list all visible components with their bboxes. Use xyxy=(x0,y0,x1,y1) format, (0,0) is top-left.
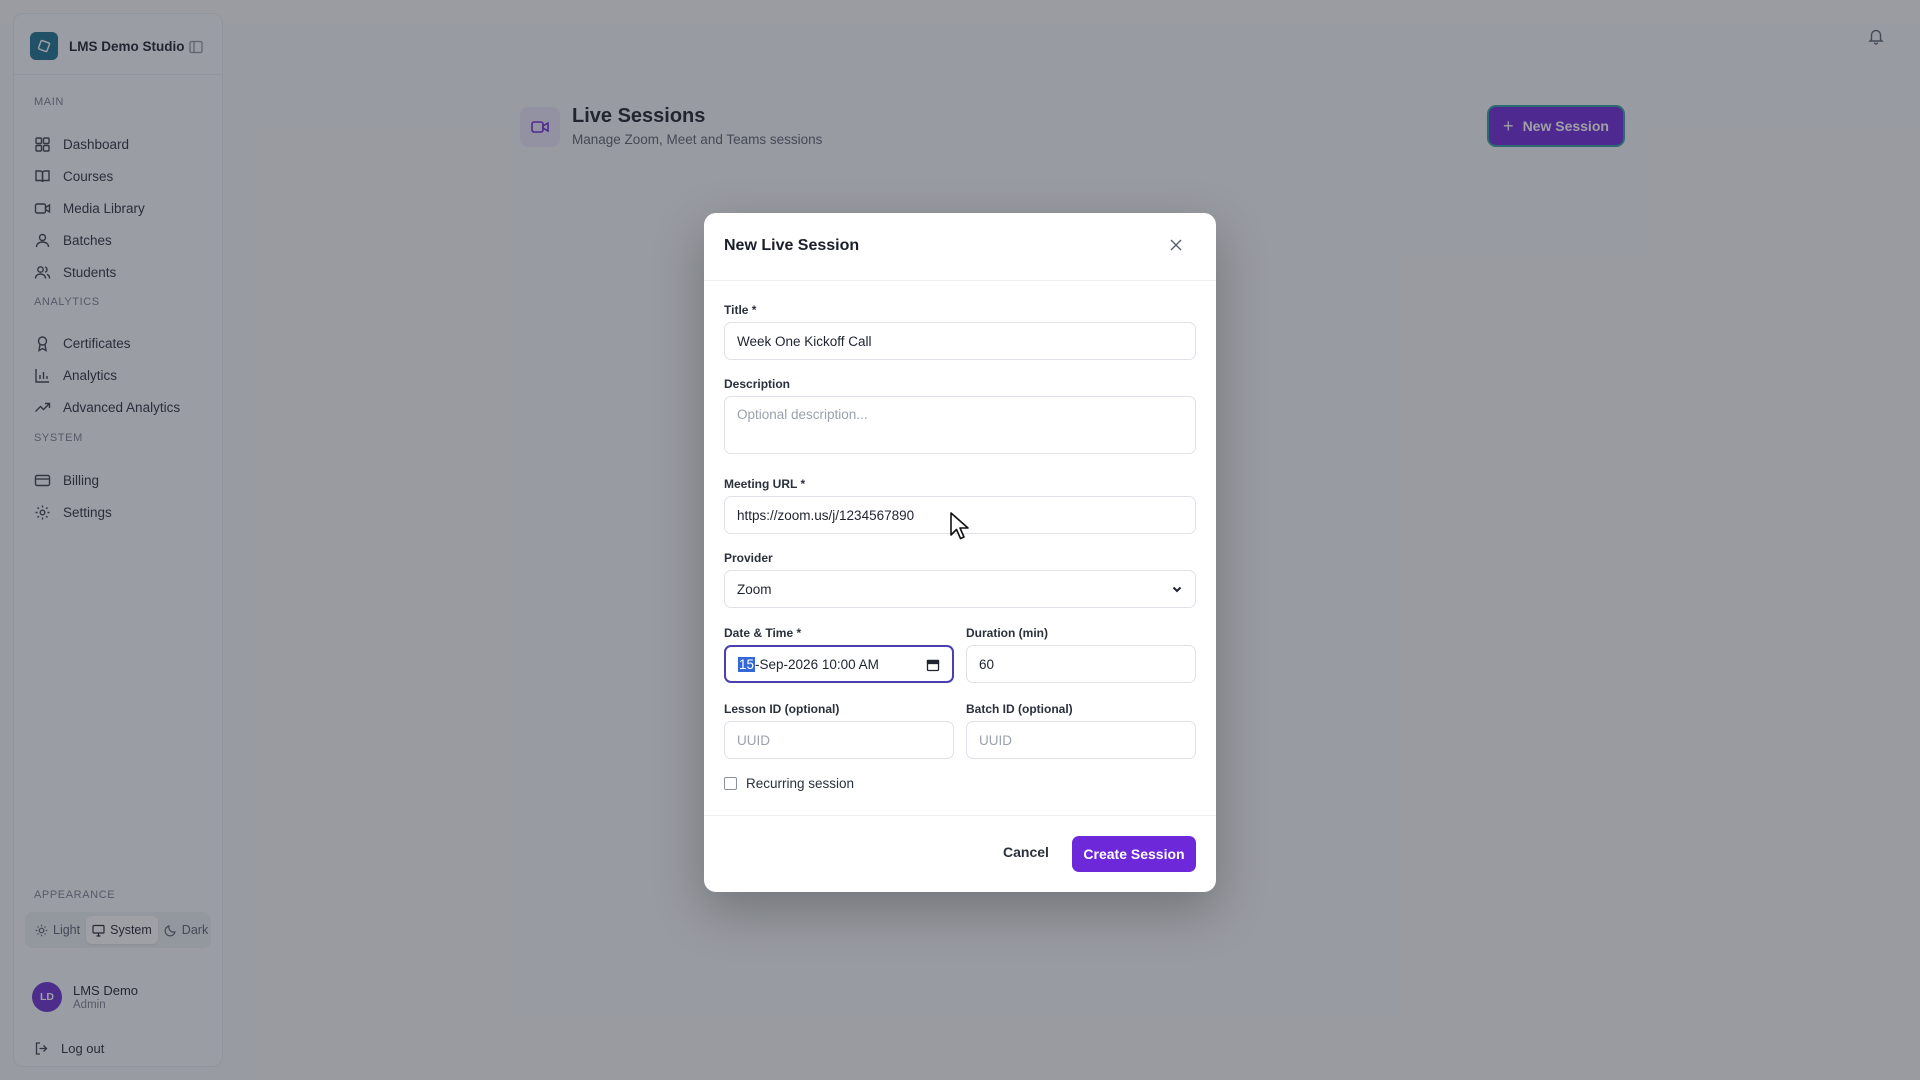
chevron-down-icon xyxy=(1172,586,1182,593)
provider-select[interactable]: Zoom xyxy=(724,570,1196,608)
calendar-icon[interactable] xyxy=(926,658,940,672)
provider-label: Provider xyxy=(724,551,773,565)
duration-label: Duration (min) xyxy=(966,626,1048,640)
lesson-id-label: Lesson ID (optional) xyxy=(724,702,840,716)
recurring-label: Recurring session xyxy=(746,776,855,791)
lesson-id-input[interactable]: UUID xyxy=(724,721,954,759)
recurring-session-option[interactable]: Recurring session xyxy=(724,776,854,791)
provider-value: Zoom xyxy=(737,581,772,597)
datetime-input[interactable]: 15 -Sep-2026 10:00 AM xyxy=(724,645,954,683)
datetime-label: Date & Time * xyxy=(724,626,802,640)
duration-input[interactable]: 60 xyxy=(966,645,1196,683)
title-input[interactable]: Week One Kickoff Call xyxy=(724,322,1196,360)
datetime-day-segment[interactable]: 15 xyxy=(738,656,756,672)
mouse-cursor-icon xyxy=(950,512,969,540)
new-live-session-dialog: New Live Session Title * Week One Kickof… xyxy=(704,213,1216,892)
description-label: Description xyxy=(724,377,791,391)
batch-id-label: Batch ID (optional) xyxy=(966,702,1073,716)
description-textarea[interactable]: Optional description... xyxy=(724,396,1196,454)
close-icon[interactable] xyxy=(1166,235,1186,255)
datetime-rest: -Sep-2026 10:00 AM xyxy=(755,656,879,672)
meeting-url-label: Meeting URL * xyxy=(724,477,806,491)
title-label: Title * xyxy=(724,303,757,317)
dialog-divider xyxy=(704,280,1216,281)
dialog-title: New Live Session xyxy=(724,237,860,254)
dialog-divider xyxy=(704,815,1216,816)
batch-id-input[interactable]: UUID xyxy=(966,721,1196,759)
cancel-button[interactable]: Cancel xyxy=(994,836,1058,868)
recurring-checkbox[interactable] xyxy=(724,777,737,790)
create-session-button[interactable]: Create Session xyxy=(1072,836,1196,872)
